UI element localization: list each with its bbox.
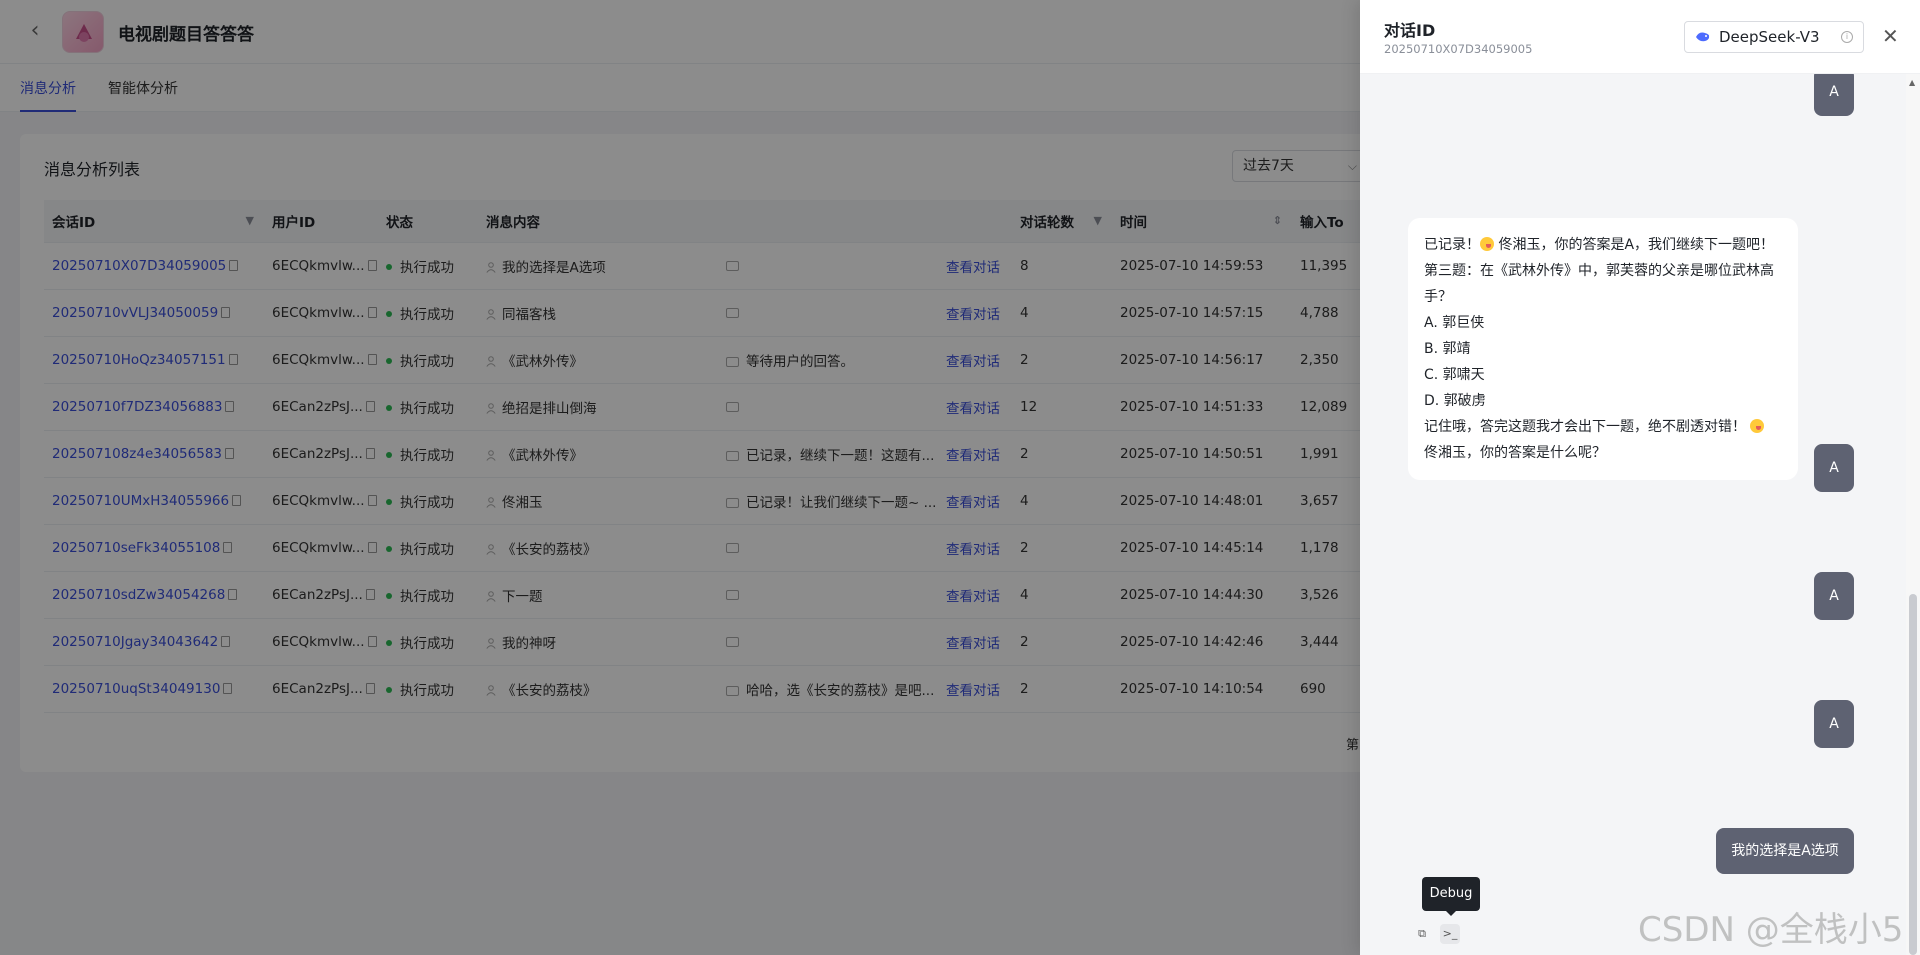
user-avatar: A xyxy=(1814,572,1854,620)
debug-tooltip: Debug xyxy=(1422,877,1480,916)
user-avatar: A xyxy=(1814,700,1854,748)
model-select[interactable]: DeepSeek-V3 i xyxy=(1684,21,1864,53)
info-icon[interactable]: i xyxy=(1841,31,1853,43)
user-message-bubble: 我的选择是A选项 xyxy=(1716,828,1854,874)
bot-message-bubble: 已记录！ 佟湘玉，你的答案是A，我们继续下一题吧！ 第三题：在《武林外传》中，郭… xyxy=(1408,218,1798,480)
modal-overlay[interactable] xyxy=(0,0,1360,955)
deepseek-whale-icon xyxy=(1696,32,1710,42)
user-avatar: A xyxy=(1814,74,1854,116)
chat-area: A 已记录！ 佟湘玉，你的答案是A，我们继续下一题吧！ 第三题：在《武林外传》中… xyxy=(1360,74,1906,955)
user-avatar: A xyxy=(1814,444,1854,492)
option-b: B. 郭靖 xyxy=(1424,341,1471,357)
watermark: CSDN @全栈小5 xyxy=(1638,910,1904,950)
model-name: DeepSeek-V3 xyxy=(1719,28,1820,46)
option-c: C. 郭啸天 xyxy=(1424,367,1485,383)
drawer-header: 对话ID 20250710X07D34059005 DeepSeek-V3 i … xyxy=(1360,0,1920,74)
copy-icon[interactable]: ⧉ xyxy=(1412,924,1432,944)
close-icon[interactable]: ✕ xyxy=(1882,24,1899,48)
conversation-id: 20250710X07D34059005 xyxy=(1384,42,1533,56)
scroll-up-arrow-icon[interactable]: ▲ xyxy=(1909,78,1915,87)
debug-terminal-icon[interactable]: >_ xyxy=(1440,924,1460,944)
bot-question: 第三题：在《武林外传》中，郭芙蓉的父亲是哪位武林高手？ xyxy=(1424,263,1774,305)
emoji-icon xyxy=(1750,419,1765,433)
bot-line-4: 佟湘玉，你的答案是什么呢？ xyxy=(1424,445,1606,461)
option-d: D. 郭破虏 xyxy=(1424,393,1486,409)
bot-line-1: 已记录！ 佟湘玉，你的答案是A，我们继续下一题吧！ xyxy=(1424,237,1775,253)
chat-scrollbar[interactable]: ▲ xyxy=(1906,74,1920,955)
scroll-thumb[interactable] xyxy=(1909,594,1917,955)
option-a: A. 郭巨侠 xyxy=(1424,315,1485,331)
bot-line-3: 记住哦，答完这题我才会出下一题，绝不剧透对错！ xyxy=(1424,414,1782,440)
conversation-drawer: 对话ID 20250710X07D34059005 DeepSeek-V3 i … xyxy=(1360,0,1920,955)
drawer-title: 对话ID xyxy=(1384,21,1436,40)
emoji-icon xyxy=(1480,237,1494,251)
